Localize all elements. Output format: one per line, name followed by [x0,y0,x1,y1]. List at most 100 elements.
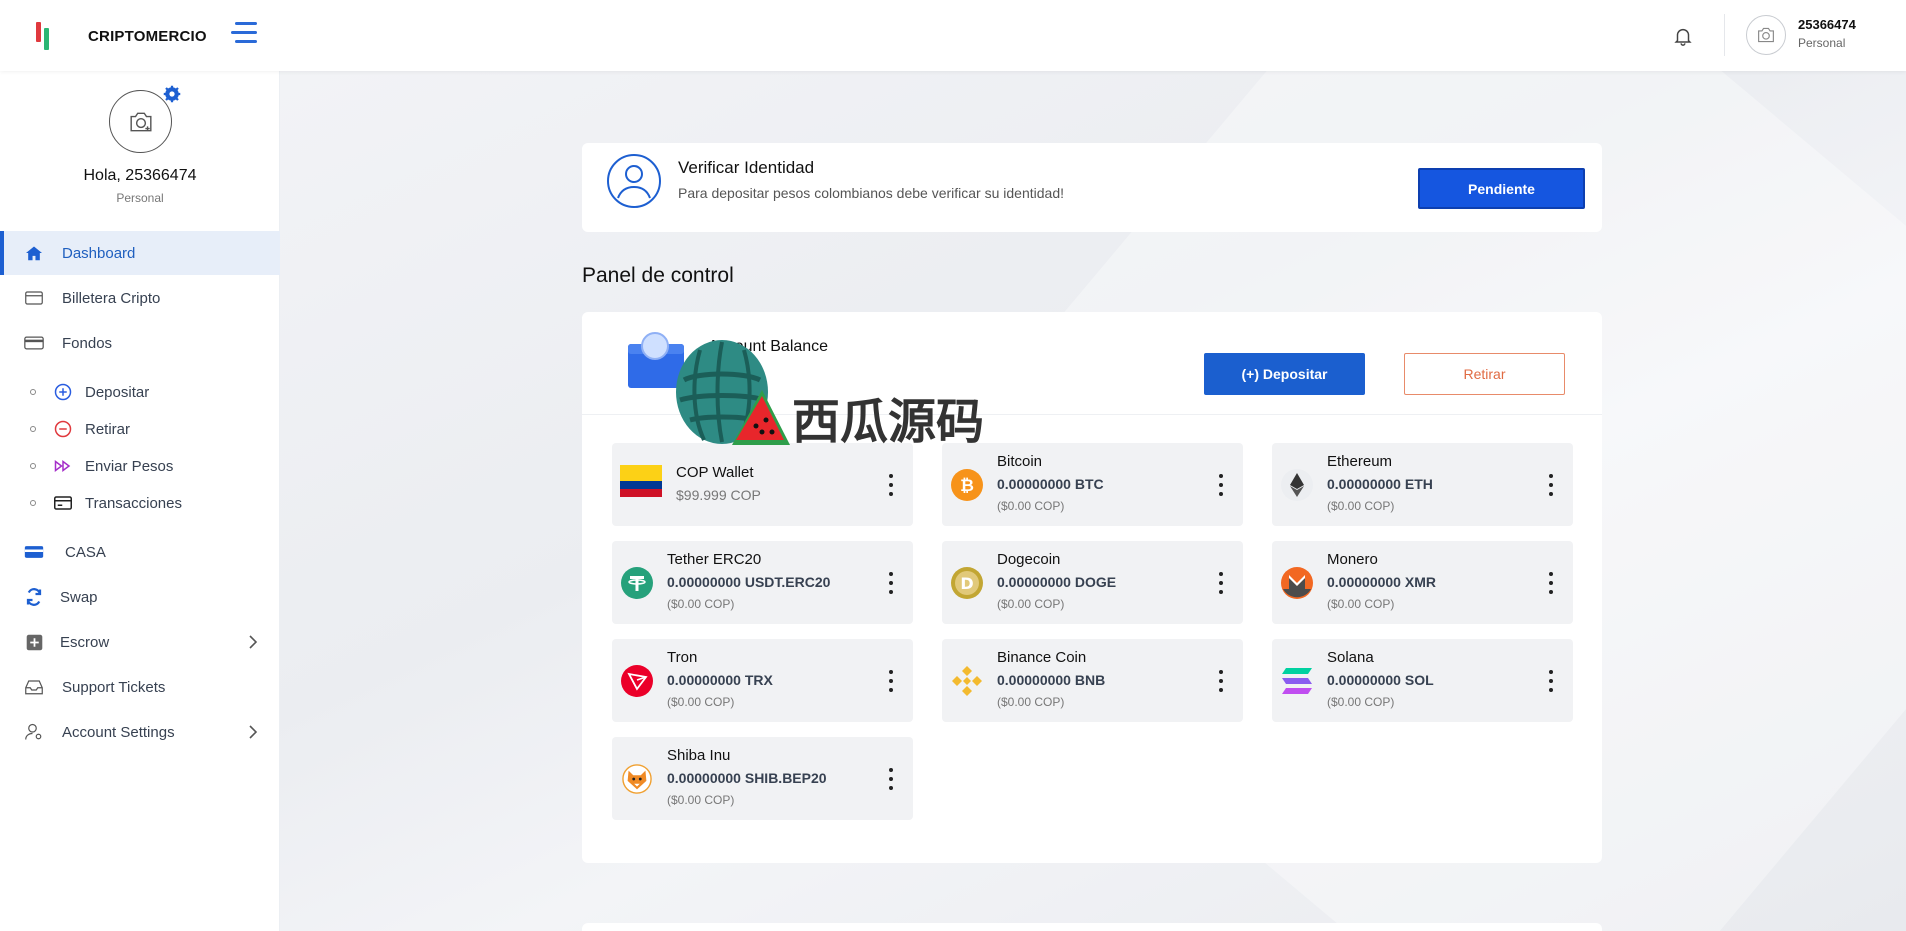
menu-toggle-icon[interactable] [231,22,257,46]
logo-icon [32,20,52,50]
more-vertical-icon[interactable] [889,768,893,790]
divider [1724,14,1725,56]
top-bar: CRIPTOMERCIO 25366474 Personal [0,0,1906,71]
sidebar-item-swap[interactable]: Swap [0,575,280,619]
wallet-fiat: ($0.00 COP) [1327,499,1395,513]
ethereum-icon [1280,468,1314,502]
sidebar-subitem-retirar[interactable]: Retirar [0,414,280,444]
wallet-card-ethereum[interactable]: Ethereum 0.00000000 ETH ($0.00 COP) [1272,443,1573,526]
wallet-fiat: ($0.00 COP) [667,793,735,807]
user-circle-icon [607,154,661,208]
wallet-card-dogecoin[interactable]: D Dogecoin 0.00000000 DOGE ($0.00 COP) [942,541,1243,624]
wallet-fiat: ($0.00 COP) [997,695,1065,709]
sidebar-subitem-label: Depositar [85,383,150,401]
more-vertical-icon[interactable] [1549,670,1553,692]
shiba-inu-icon [620,762,654,796]
fast-forward-icon [54,457,72,475]
wallet-name: Bitcoin [997,453,1043,470]
more-vertical-icon[interactable] [889,670,893,692]
gear-icon[interactable] [163,85,181,103]
camera-icon [1758,27,1774,43]
top-user-info[interactable]: 25366474 Personal [1798,17,1856,50]
wallet-card-monero[interactable]: Monero 0.00000000 XMR ($0.00 COP) [1272,541,1573,624]
sidebar-subitem-label: Transacciones [85,494,182,512]
card-icon [24,542,44,562]
minus-circle-icon [54,420,72,438]
wallet-name: Tether ERC20 [667,551,762,568]
more-vertical-icon[interactable] [1219,572,1223,594]
sidebar: Hola, 25366474 Personal Dashboard Billet… [0,71,280,931]
greeting: Hola, 25366474 [83,167,197,184]
wallet-card-solana[interactable]: Solana 0.00000000 SOL ($0.00 COP) [1272,639,1573,722]
wallet-fiat: ($0.00 COP) [1327,597,1395,611]
more-vertical-icon[interactable] [1219,474,1223,496]
solana-icon [1280,664,1314,698]
wallet-name: Binance Coin [997,649,1087,666]
tron-icon [620,664,654,698]
pending-button[interactable]: Pendiente [1418,168,1585,209]
bullet [30,426,36,432]
colombia-flag-icon [620,465,662,497]
svg-text:₿: ₿ [960,476,974,496]
top-user-id: 25366474 [1798,17,1856,32]
verify-title: Verificar Identidad [678,158,815,177]
wallet-card-tether[interactable]: Tether ERC20 0.00000000 USDT.ERC20 ($0.0… [612,541,913,624]
wallet-amount: 0.00000000 ETH [1327,476,1433,492]
camera-icon [129,112,152,131]
more-vertical-icon[interactable] [889,474,893,496]
sidebar-item-escrow[interactable]: Escrow [0,620,280,664]
wallet-fiat: ($0.00 COP) [667,597,735,611]
top-user-role: Personal [1798,36,1846,50]
sidebar-item-support-tickets[interactable]: Support Tickets [0,665,280,709]
profile-role: Personal [116,191,164,205]
more-vertical-icon[interactable] [1549,572,1553,594]
sidebar-item-label: Fondos [62,334,113,352]
sidebar-item-label: Account Settings [62,723,175,741]
wallet-name: Dogecoin [997,551,1061,568]
watermark: 西瓜源码 [670,330,1000,470]
watermark-text: 西瓜源码 [792,394,985,450]
bullet [30,389,36,395]
wallet-amount: 0.00000000 SHIB.BEP20 [667,770,827,786]
wallet-fiat: $99.999 COP [676,487,761,503]
sidebar-item-label: Support Tickets [62,678,166,696]
wallet-name: Tron [667,649,698,666]
bitcoin-icon: ₿ [950,468,984,502]
more-vertical-icon[interactable] [1549,474,1553,496]
more-vertical-icon[interactable] [889,572,893,594]
main-content: Verificar Identidad Para depositar pesos… [280,71,1906,931]
wallet-name: Monero [1327,551,1378,568]
wallet-fiat: ($0.00 COP) [667,695,735,709]
sidebar-subitem-depositar[interactable]: Depositar [0,377,280,407]
sidebar-subitem-enviar-pesos[interactable]: Enviar Pesos [0,451,280,481]
wallet-card-binance[interactable]: Binance Coin 0.00000000 BNB ($0.00 COP) [942,639,1243,722]
withdraw-button[interactable]: Retirar [1404,353,1565,395]
verify-identity-card: Verificar Identidad Para depositar pesos… [582,143,1602,232]
sidebar-item-label: Swap [60,588,98,606]
deposit-button[interactable]: (+) Depositar [1204,353,1365,395]
more-vertical-icon[interactable] [1219,670,1223,692]
brand-logo[interactable] [32,20,52,50]
wallet-amount: 0.00000000 TRX [667,672,773,688]
wallet-card-tron[interactable]: Tron 0.00000000 TRX ($0.00 COP) [612,639,913,722]
sidebar-item-label: Dashboard [62,244,136,262]
bottom-card [582,923,1602,931]
sidebar-item-casa[interactable]: CASA [0,530,280,574]
bell-icon[interactable] [1672,24,1694,48]
sidebar-item-dashboard[interactable]: Dashboard [0,231,280,275]
sidebar-item-billetera[interactable]: Billetera Cripto [0,276,280,320]
wallet-amount: 0.00000000 USDT.ERC20 [667,574,831,590]
sidebar-item-label: Billetera Cripto [62,289,161,307]
top-avatar[interactable] [1746,15,1786,55]
wallet-card-shiba[interactable]: Shiba Inu 0.00000000 SHIB.BEP20 ($0.00 C… [612,737,913,820]
wallet-amount: 0.00000000 XMR [1327,574,1436,590]
sidebar-item-label: CASA [65,543,106,561]
tether-icon [620,566,654,600]
sidebar-item-fondos[interactable]: Fondos [0,321,280,365]
chevron-right-icon [249,725,258,739]
sidebar-item-account-settings[interactable]: Account Settings [0,710,280,754]
wallet-name: Ethereum [1327,453,1393,470]
wallet-amount: 0.00000000 BTC [997,476,1104,492]
sidebar-subitem-label: Retirar [85,420,131,438]
sidebar-subitem-transacciones[interactable]: Transacciones [0,488,280,518]
